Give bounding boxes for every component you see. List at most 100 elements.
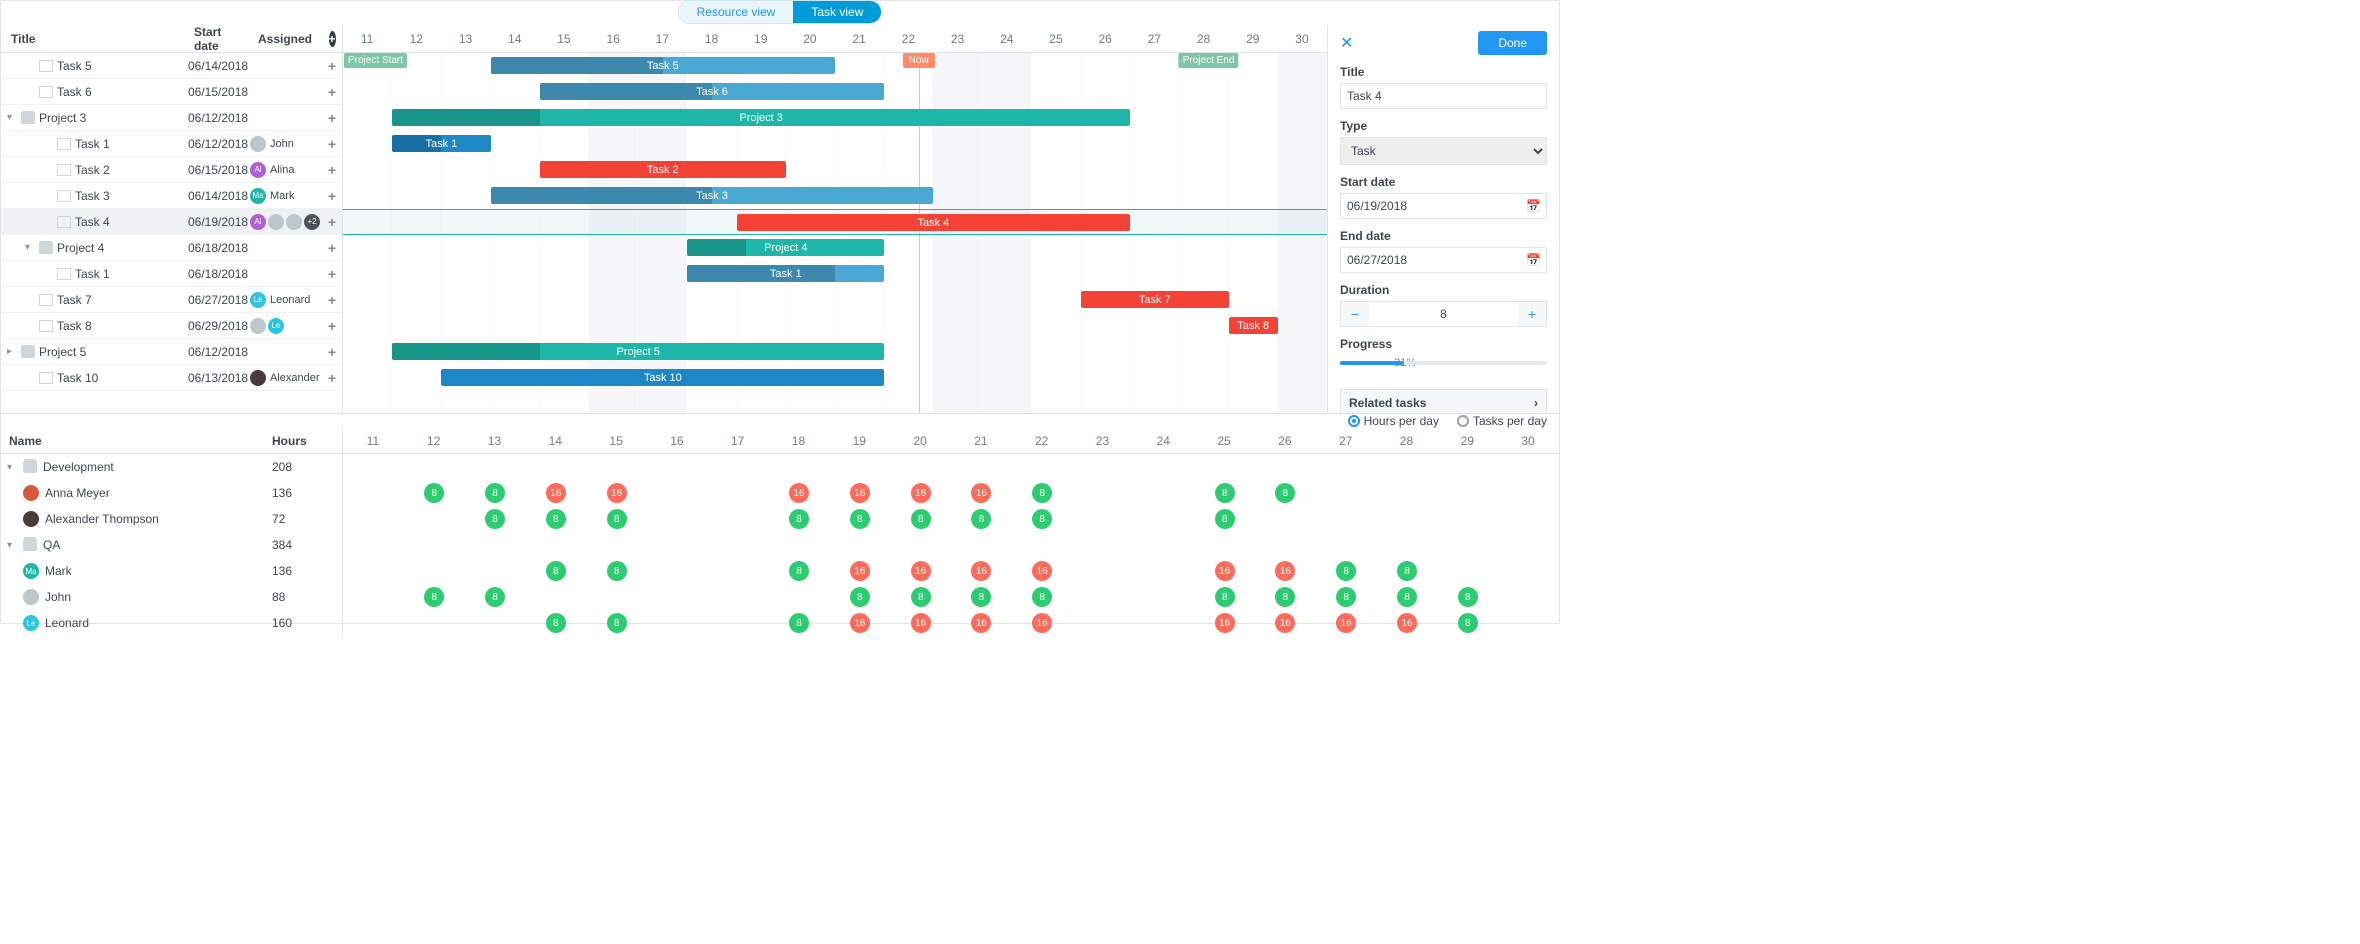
task-start-date: 06/12/2018 — [186, 345, 250, 359]
add-column-button[interactable]: + — [329, 31, 336, 47]
task-row[interactable]: ▸Project 506/12/2018+ — [1, 339, 342, 365]
task-row[interactable]: Task 706/27/2018LeLeonard+ — [1, 287, 342, 313]
avatar: Le — [268, 318, 284, 334]
add-task-button[interactable]: + — [322, 292, 342, 308]
progress-slider[interactable]: 31% — [1340, 361, 1547, 379]
resource-panel: Hours per day Tasks per day Name Hours ▾… — [1, 413, 1559, 623]
hours-pill: 8 — [1032, 587, 1052, 607]
close-icon[interactable]: ✕ — [1340, 33, 1353, 53]
hours-pill: 16 — [1215, 561, 1235, 581]
task-title: Task 1 — [75, 137, 110, 151]
add-task-button[interactable]: + — [322, 110, 342, 126]
tab-task-view[interactable]: Task view — [793, 1, 881, 23]
task-start-date: 06/12/2018 — [186, 111, 250, 125]
type-select[interactable]: Task — [1340, 137, 1547, 165]
radio-hours-per-day[interactable]: Hours per day — [1348, 414, 1439, 428]
gantt-bar[interactable]: Project 4 — [687, 239, 884, 256]
gantt-bar[interactable]: Task 7 — [1081, 291, 1229, 308]
gantt-bar[interactable]: Task 1 — [687, 265, 884, 282]
task-row[interactable]: Task 106/18/2018+ — [1, 261, 342, 287]
task-row[interactable]: Task 406/19/2018Al+2+ — [1, 209, 342, 235]
hours-pill: 8 — [485, 483, 505, 503]
resource-row[interactable]: Alexander Thompson72 — [1, 506, 342, 532]
view-switch: Resource view Task view — [1, 1, 1559, 25]
day-header: 29 — [1229, 25, 1278, 52]
doc-icon — [39, 294, 53, 306]
task-rows: Task 506/14/2018+Task 606/15/2018+▾Proje… — [1, 53, 342, 413]
avatar: Le — [23, 615, 39, 631]
title-input[interactable] — [1340, 83, 1547, 109]
duration-stepper: − 8 + — [1340, 301, 1547, 327]
add-task-button[interactable]: + — [322, 162, 342, 178]
day-header: 13 — [441, 25, 490, 52]
gantt-bar[interactable]: Task 6 — [540, 83, 884, 100]
calendar-icon[interactable]: 📅 — [1526, 253, 1541, 267]
duration-decrement[interactable]: − — [1341, 302, 1369, 326]
gantt-bar[interactable]: Task 4 — [737, 214, 1131, 231]
gantt-bar[interactable]: Task 2 — [540, 161, 786, 178]
start-date-input[interactable] — [1340, 193, 1547, 219]
doc-icon — [57, 190, 71, 202]
hours-pill: 16 — [971, 613, 991, 633]
task-assigned: AlAlina — [250, 162, 322, 178]
chevron-down-icon[interactable]: ▾ — [25, 242, 35, 253]
day-header: 28 — [1179, 25, 1228, 52]
add-task-button[interactable]: + — [322, 188, 342, 204]
radio-tasks-per-day[interactable]: Tasks per day — [1457, 414, 1547, 428]
resource-row[interactable]: Anna Meyer136 — [1, 480, 342, 506]
hours-pill: 16 — [789, 483, 809, 503]
task-row[interactable]: Task 806/29/2018Le+ — [1, 313, 342, 339]
task-row[interactable]: ▾Project 406/18/2018+ — [1, 235, 342, 261]
chevron-down-icon[interactable]: ▾ — [7, 462, 17, 473]
hours-pill: 8 — [789, 613, 809, 633]
task-row[interactable]: Task 306/14/2018MaMark+ — [1, 183, 342, 209]
add-task-button[interactable]: + — [322, 370, 342, 386]
resource-row[interactable]: ▾Development208 — [1, 454, 342, 480]
add-task-button[interactable]: + — [322, 84, 342, 100]
end-date-input[interactable] — [1340, 247, 1547, 273]
add-task-button[interactable]: + — [322, 58, 342, 74]
task-row[interactable]: ▾Project 306/12/2018+ — [1, 105, 342, 131]
gantt-bar[interactable]: Task 8 — [1229, 317, 1278, 334]
doc-icon — [39, 372, 53, 384]
folder-icon — [23, 539, 37, 551]
chevron-down-icon[interactable]: ▸ — [7, 346, 17, 357]
add-task-button[interactable]: + — [322, 214, 342, 230]
gantt-bar[interactable]: Task 3 — [491, 187, 934, 204]
related-tasks-toggle[interactable]: Related tasks › — [1340, 389, 1547, 413]
add-task-button[interactable]: + — [322, 318, 342, 334]
task-row[interactable]: Task 1006/13/2018Alexander+ — [1, 365, 342, 391]
add-task-button[interactable]: + — [322, 136, 342, 152]
gantt-bar[interactable]: Project 3 — [392, 109, 1130, 126]
gantt-bar[interactable]: Project 5 — [392, 343, 884, 360]
day-header: 21 — [835, 25, 884, 52]
add-task-button[interactable]: + — [322, 240, 342, 256]
progress-label: Progress — [1340, 337, 1547, 351]
resource-row[interactable]: ▾QA384 — [1, 532, 342, 558]
gantt-body[interactable]: Task 5 Task 6 Project 3 Task 1 Task 2 Task 3 T… — [343, 53, 1327, 413]
duration-increment[interactable]: + — [1518, 302, 1546, 326]
resource-timeline-header: 1112131415161718192021222324252627282930 — [343, 428, 1559, 454]
chevron-down-icon[interactable]: ▾ — [7, 112, 17, 123]
tab-resource-view[interactable]: Resource view — [679, 1, 794, 23]
resource-row[interactable]: LeLeonard160 — [1, 610, 342, 636]
task-row[interactable]: Task 506/14/2018+ — [1, 53, 342, 79]
calendar-icon[interactable]: 📅 — [1526, 199, 1541, 213]
gantt-bar[interactable]: Task 1 — [392, 135, 490, 152]
gantt-bar[interactable]: Task 10 — [441, 369, 884, 386]
add-task-button[interactable]: + — [322, 266, 342, 282]
day-header: 18 — [687, 25, 736, 52]
gantt-bar[interactable]: Task 5 — [491, 57, 835, 74]
task-start-date: 06/15/2018 — [186, 85, 250, 99]
hours-pill: 8 — [911, 587, 931, 607]
task-row[interactable]: Task 606/15/2018+ — [1, 79, 342, 105]
folder-icon — [21, 346, 35, 358]
task-row[interactable]: Task 106/12/2018John+ — [1, 131, 342, 157]
done-button[interactable]: Done — [1478, 31, 1547, 55]
doc-icon — [57, 216, 71, 228]
chevron-down-icon[interactable]: ▾ — [7, 540, 17, 551]
task-row[interactable]: Task 206/15/2018AlAlina+ — [1, 157, 342, 183]
add-task-button[interactable]: + — [322, 344, 342, 360]
resource-row[interactable]: John88 — [1, 584, 342, 610]
resource-row[interactable]: MaMark136 — [1, 558, 342, 584]
